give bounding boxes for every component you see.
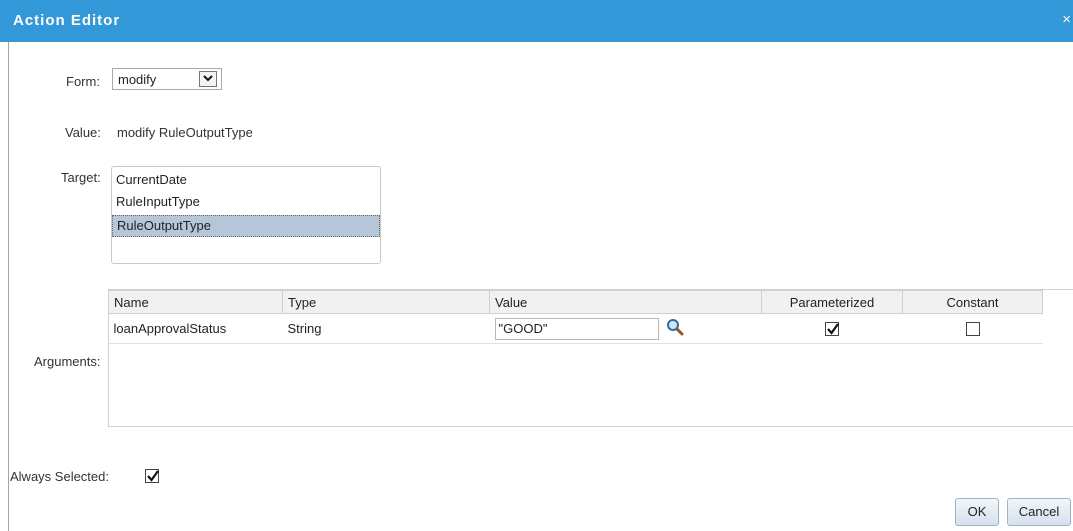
checkmark-icon — [147, 470, 159, 482]
value-text: modify RuleOutputType — [117, 125, 253, 140]
target-label: Target: — [61, 170, 101, 185]
search-icon[interactable] — [666, 318, 684, 339]
column-header-type[interactable]: Type — [282, 290, 490, 314]
chevron-down-icon[interactable] — [199, 71, 217, 87]
target-item-currentdate[interactable]: CurrentDate — [116, 170, 187, 192]
checkmark-icon — [827, 323, 839, 336]
close-icon[interactable]: × — [1062, 11, 1071, 28]
form-label: Form: — [66, 74, 100, 89]
dialog-titlebar: Action Editor × — [0, 0, 1073, 42]
form-select[interactable]: modify — [112, 68, 222, 90]
left-border — [8, 42, 9, 531]
arguments-label: Arguments: — [34, 354, 101, 369]
constant-cell — [902, 313, 1043, 344]
argument-type: String — [282, 313, 490, 344]
form-select-value: modify — [118, 72, 157, 87]
table-row[interactable]: loanApprovalStatus String "GOOD" — [108, 313, 1043, 344]
parameterized-checkbox[interactable] — [825, 322, 839, 337]
column-header-value[interactable]: Value — [489, 290, 762, 314]
argument-name: loanApprovalStatus — [108, 313, 283, 344]
always-selected-checkbox[interactable] — [145, 469, 159, 483]
arguments-table: Name Type Value Parameterized Constant l… — [108, 290, 1043, 344]
column-header-parameterized[interactable]: Parameterized — [761, 290, 903, 314]
dialog-title: Action Editor — [13, 12, 121, 29]
column-header-constant[interactable]: Constant — [902, 290, 1043, 314]
column-header-name[interactable]: Name — [108, 290, 283, 314]
target-item-ruleinputtype[interactable]: RuleInputType — [116, 192, 200, 214]
cancel-button[interactable]: Cancel — [1007, 498, 1071, 526]
ok-button[interactable]: OK — [955, 498, 999, 526]
value-label: Value: — [65, 125, 101, 140]
argument-value-input[interactable]: "GOOD" — [494, 317, 659, 340]
parameterized-cell — [761, 313, 903, 344]
argument-value-cell: "GOOD" — [489, 313, 762, 344]
always-selected-label: Always Selected: — [10, 469, 109, 484]
target-item-ruleoutputtype[interactable]: RuleOutputType — [112, 215, 380, 237]
constant-checkbox[interactable] — [965, 322, 980, 337]
target-listbox[interactable]: CurrentDate RuleInputType RuleOutputType — [111, 166, 381, 264]
